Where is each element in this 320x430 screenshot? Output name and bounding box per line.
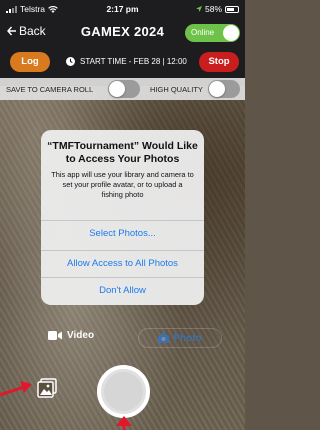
start-time-label: START TIME - FEB 28 | 12:00 (80, 57, 187, 66)
toggle-knob (223, 25, 239, 41)
high-quality-label: HIGH QUALITY (150, 85, 203, 94)
select-photos-button[interactable]: Select Photos... (41, 220, 204, 246)
dialog-title: “TMFTournament” Would Like to Access You… (47, 140, 198, 165)
video-label: Video (67, 330, 95, 341)
location-icon (195, 6, 202, 12)
photo-permission-dialog: “TMFTournament” Would Like to Access You… (41, 130, 204, 305)
online-label: Online (191, 28, 215, 37)
stop-button[interactable]: Stop (199, 52, 239, 72)
capture-mode-selector: Video Photo (0, 328, 245, 350)
options-bar: SAVE TO CAMERA ROLL HIGH QUALITY (0, 78, 245, 100)
status-bar: Telstra 2:17 pm 58% (0, 2, 245, 16)
annotation-arrow-up (116, 416, 132, 430)
online-toggle[interactable]: Online (185, 24, 240, 42)
save-camera-roll-toggle[interactable] (108, 80, 140, 98)
nav-bar: Back GAMEX 2024 Online (0, 22, 245, 44)
dialog-message: This app will use your library and camer… (51, 170, 194, 199)
allow-all-photos-button[interactable]: Allow Access to All Photos (41, 250, 204, 276)
top-bar: Telstra 2:17 pm 58% Back GAMEX 2024 Onli… (0, 0, 245, 86)
photo-label: Photo (173, 332, 202, 344)
annotation-arrow-left (0, 381, 32, 397)
video-camera-icon (48, 331, 62, 340)
shutter-button[interactable] (97, 365, 150, 418)
start-time: START TIME - FEB 28 | 12:00 (66, 57, 187, 66)
photo-mode-button[interactable]: Photo (138, 328, 222, 348)
clock-icon (66, 57, 75, 66)
log-button[interactable]: Log (10, 52, 50, 72)
save-camera-roll-label: SAVE TO CAMERA ROLL (6, 85, 94, 94)
battery-icon (225, 5, 239, 13)
high-quality-toggle[interactable] (208, 80, 240, 98)
battery-percent: 58% (204, 4, 222, 14)
session-controls: Log START TIME - FEB 28 | 12:00 Stop (0, 52, 245, 72)
video-mode-button[interactable]: Video (48, 330, 94, 341)
dont-allow-button[interactable]: Don't Allow (41, 277, 204, 303)
photo-icon (158, 333, 170, 343)
gallery-icon[interactable] (37, 378, 57, 398)
